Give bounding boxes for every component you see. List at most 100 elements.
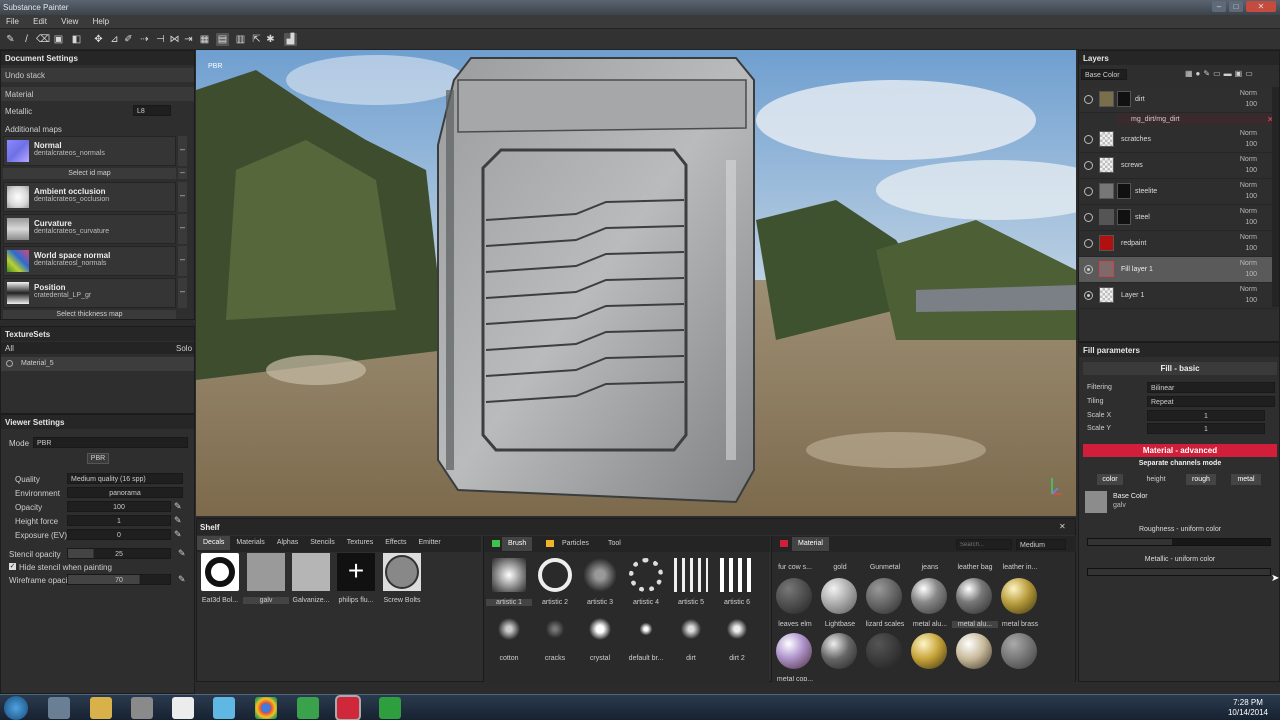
align-icon[interactable]: ⊣	[154, 33, 167, 46]
visibility-icon[interactable]	[1084, 239, 1093, 248]
brush-thumb[interactable]	[538, 558, 572, 592]
material-thumb[interactable]	[1001, 633, 1037, 669]
layer-blend[interactable]: Norm	[1240, 260, 1257, 267]
roughness-slider[interactable]	[1087, 538, 1271, 546]
menu-file[interactable]: File	[6, 17, 19, 26]
tab-alphas[interactable]: Alphas	[271, 536, 304, 550]
clock-time[interactable]: 7:28 PM	[1228, 698, 1268, 707]
screenshot-icon[interactable]: ▟	[284, 33, 297, 46]
material-advanced-header[interactable]: Material - advanced	[1083, 444, 1277, 457]
brush-thumb[interactable]	[678, 616, 704, 642]
material-thumb[interactable]	[776, 578, 812, 614]
tab-material[interactable]: Material	[792, 537, 829, 551]
filtering-select[interactable]: Bilinear	[1147, 382, 1275, 393]
menu-view[interactable]: View	[61, 17, 78, 26]
decal-thumb[interactable]	[383, 553, 421, 591]
tab-brush[interactable]: Brush	[502, 537, 533, 551]
plus-icon[interactable]: +	[337, 553, 375, 591]
tab-tool[interactable]: Tool	[602, 537, 627, 551]
material-header[interactable]: Material	[1, 87, 194, 101]
brush-thumb[interactable]	[542, 616, 568, 642]
channel-color-toggle[interactable]: color	[1097, 474, 1123, 485]
color-picker-icon[interactable]: ✐	[122, 33, 135, 46]
layers-scrollbar[interactable]	[1272, 87, 1279, 307]
edit-icon[interactable]: ✎	[174, 515, 182, 526]
hide-stencil-checkbox[interactable]: ✓	[9, 563, 16, 570]
tab-effects[interactable]: Effects	[379, 536, 412, 550]
material-thumb[interactable]	[776, 633, 812, 669]
app-icon[interactable]	[379, 697, 401, 719]
tab-particles[interactable]: Particles	[556, 537, 595, 551]
map-curvature[interactable]: Curvature dentalcrateos_curvature	[3, 214, 176, 244]
3d-viewport[interactable]: PBR	[196, 50, 1076, 516]
material-thumb[interactable]	[1001, 578, 1037, 614]
remove-map-button[interactable]: –	[178, 278, 187, 308]
layer-blend[interactable]: Norm	[1240, 90, 1257, 97]
brush-thumb[interactable]	[587, 616, 613, 642]
brush-thumb[interactable]	[720, 558, 754, 592]
material-thumb[interactable]	[911, 633, 947, 669]
view-3d-icon[interactable]: ▥	[234, 33, 247, 46]
close-icon[interactable]: ✕	[1059, 522, 1066, 531]
remove-map-button[interactable]: –	[178, 136, 187, 166]
menu-edit[interactable]: Edit	[33, 17, 47, 26]
mask-effect-row[interactable]: mg_dirt/mg_dirt ✕	[1117, 114, 1277, 125]
map-world-space-normal[interactable]: World space normal dentalcrateosl_normal…	[3, 246, 176, 276]
stencil-opacity-slider[interactable]: 25	[67, 548, 171, 559]
app-icon[interactable]	[172, 697, 194, 719]
layer-row[interactable]: steel Norm 100	[1079, 205, 1277, 231]
mirror-icon[interactable]: ⇥	[182, 33, 195, 46]
grid-icon[interactable]: ▦	[198, 33, 211, 46]
remove-id-map-button[interactable]: –	[178, 168, 187, 179]
tab-emitter[interactable]: Emitter	[412, 536, 446, 550]
app-icon[interactable]	[48, 697, 70, 719]
material-thumb[interactable]	[866, 633, 902, 669]
filter-all[interactable]: All	[5, 344, 14, 353]
app-icon[interactable]	[213, 697, 235, 719]
brush-thumb[interactable]	[496, 616, 522, 642]
layer-row[interactable]: redpaint Norm 100	[1079, 231, 1277, 257]
close-button[interactable]: ✕	[1246, 1, 1276, 12]
scale-x-field[interactable]: 1	[1147, 410, 1265, 421]
brush-thumb[interactable]	[724, 616, 750, 642]
brush-thumb[interactable]	[583, 558, 617, 592]
edit-icon[interactable]: ✎	[178, 548, 186, 559]
app-icon[interactable]	[131, 697, 153, 719]
remove-map-button[interactable]: –	[178, 246, 187, 276]
app-icon[interactable]	[297, 697, 319, 719]
layer-opacity[interactable]: 100	[1245, 245, 1257, 252]
folder-icon[interactable]	[90, 697, 112, 719]
layer-row[interactable]: scratches Norm 100	[1079, 127, 1277, 153]
material-thumb[interactable]	[821, 578, 857, 614]
environment-field[interactable]: panorama	[67, 487, 183, 498]
visibility-icon[interactable]	[1084, 291, 1093, 300]
decal-thumb[interactable]	[292, 553, 330, 591]
visibility-icon[interactable]	[1084, 187, 1093, 196]
channel-metal-toggle[interactable]: metal	[1231, 474, 1261, 485]
thumbnail-size-select[interactable]: Medium	[1016, 539, 1066, 550]
layer-opacity[interactable]: 100	[1245, 167, 1257, 174]
edit-icon[interactable]: ✎	[174, 529, 182, 540]
map-normal[interactable]: Normal dentalcrateos_normals	[3, 136, 176, 166]
texture-set-item[interactable]: Material_5	[1, 357, 194, 371]
camera-icon[interactable]: ⇱	[250, 33, 263, 46]
tab-decals[interactable]: Decals	[197, 536, 231, 550]
material-thumb[interactable]	[956, 578, 992, 614]
start-button[interactable]	[4, 696, 28, 720]
visibility-icon[interactable]	[1084, 135, 1093, 144]
brush-thumb[interactable]	[492, 558, 526, 592]
material-thumb[interactable]	[956, 633, 992, 669]
layer-opacity[interactable]: 100	[1245, 219, 1257, 226]
layer-row[interactable]: Layer 1 Norm 100	[1079, 283, 1277, 309]
clone-icon[interactable]: ✥	[92, 33, 105, 46]
projection-icon[interactable]: ▣	[52, 33, 65, 46]
visibility-icon[interactable]	[1084, 95, 1093, 104]
material-thumb[interactable]	[821, 633, 857, 669]
substance-painter-icon[interactable]	[337, 697, 359, 719]
map-position[interactable]: Position cratedental_LP_gr	[3, 278, 176, 308]
channel-rough-toggle[interactable]: rough	[1186, 474, 1216, 485]
select-thickness-map-button[interactable]: Select thickness map	[3, 310, 176, 319]
select-id-map-button[interactable]: Select id map	[3, 168, 176, 179]
channel-height-toggle[interactable]: height	[1141, 474, 1171, 485]
tab-materials[interactable]: Materials	[230, 536, 270, 550]
